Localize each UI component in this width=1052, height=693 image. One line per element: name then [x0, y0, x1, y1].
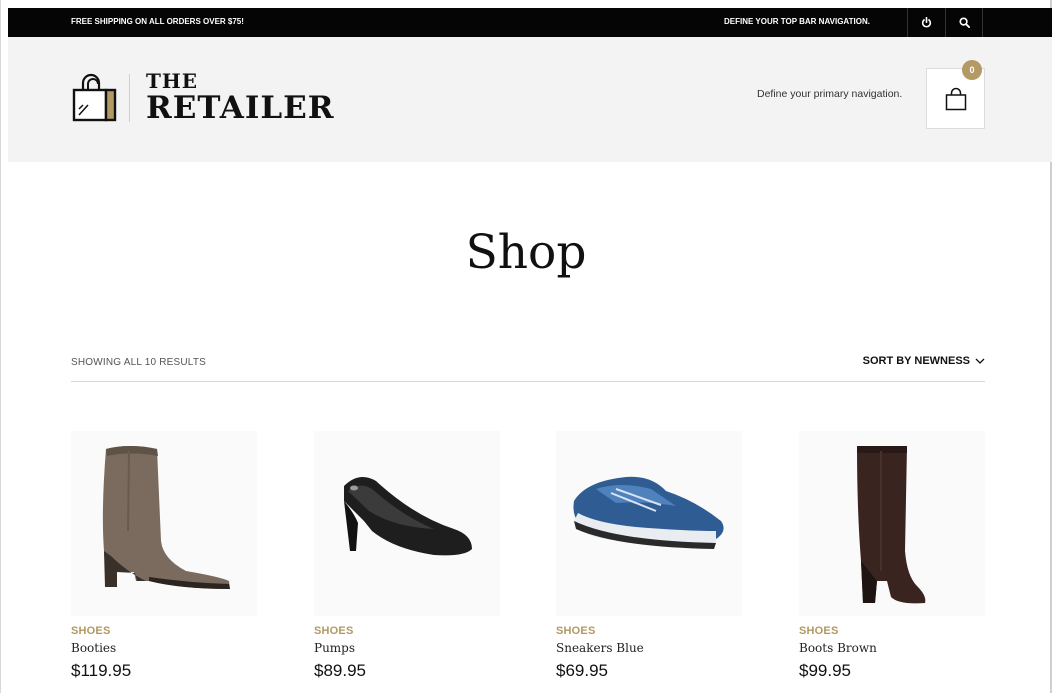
logo-wordmark: THE RETAILER [146, 71, 335, 124]
product-card[interactable]: SHOES Boots Brown $99.95 [799, 431, 985, 681]
product-category[interactable]: SHOES [314, 625, 500, 637]
site-logo[interactable]: THE RETAILER [71, 71, 335, 124]
product-category[interactable]: SHOES [71, 625, 257, 637]
logo-line-1: THE [146, 69, 199, 93]
account-button[interactable] [907, 8, 945, 37]
product-price: $99.95 [799, 661, 851, 680]
logo-line-2: RETAILER [146, 90, 335, 126]
product-price: $119.95 [71, 661, 132, 680]
product-image-boots-brown[interactable] [799, 431, 985, 616]
product-card[interactable]: SHOES Pumps $89.95 [314, 431, 500, 681]
logo-bag-icon [71, 72, 119, 124]
product-price: $89.95 [314, 661, 366, 680]
product-price: $69.95 [556, 661, 608, 680]
product-name[interactable]: Pumps [314, 641, 500, 655]
search-button[interactable] [945, 8, 983, 37]
top-bar-navigation[interactable]: DEFINE YOUR TOP BAR NAVIGATION. [724, 17, 870, 26]
toolbar-divider [71, 381, 985, 382]
cart-count-badge: 0 [962, 60, 982, 80]
sort-label: SORT BY NEWNESS [862, 355, 970, 367]
product-category[interactable]: SHOES [556, 625, 742, 637]
product-image-sneakers-blue[interactable] [556, 431, 742, 616]
product-name[interactable]: Booties [71, 641, 257, 655]
search-icon [958, 17, 970, 28]
shopping-bag-icon [945, 87, 966, 110]
page-title: Shop [465, 225, 587, 280]
product-image-booties[interactable] [71, 431, 257, 616]
product-card[interactable]: SHOES Booties $119.95 [71, 431, 257, 681]
product-name[interactable]: Boots Brown [799, 641, 985, 655]
cart-button[interactable]: 0 [926, 60, 985, 129]
chevron-down-icon [975, 358, 985, 364]
shipping-promo: FREE SHIPPING ON ALL ORDERS OVER $75! [71, 17, 244, 26]
top-bar: FREE SHIPPING ON ALL ORDERS OVER $75! DE… [8, 8, 1052, 37]
primary-navigation[interactable]: Define your primary navigation. [757, 88, 902, 100]
results-count: SHOWING ALL 10 RESULTS [71, 357, 206, 368]
product-card[interactable]: SHOES Sneakers Blue $69.95 [556, 431, 742, 681]
sort-dropdown[interactable]: SORT BY NEWNESS [863, 355, 985, 367]
site-header: THE RETAILER Define your primary navigat… [8, 37, 1052, 162]
product-name[interactable]: Sneakers Blue [556, 641, 742, 655]
product-image-pumps[interactable] [314, 431, 500, 616]
logo-divider [129, 73, 130, 122]
product-category[interactable]: SHOES [799, 625, 985, 637]
power-icon [921, 17, 932, 28]
